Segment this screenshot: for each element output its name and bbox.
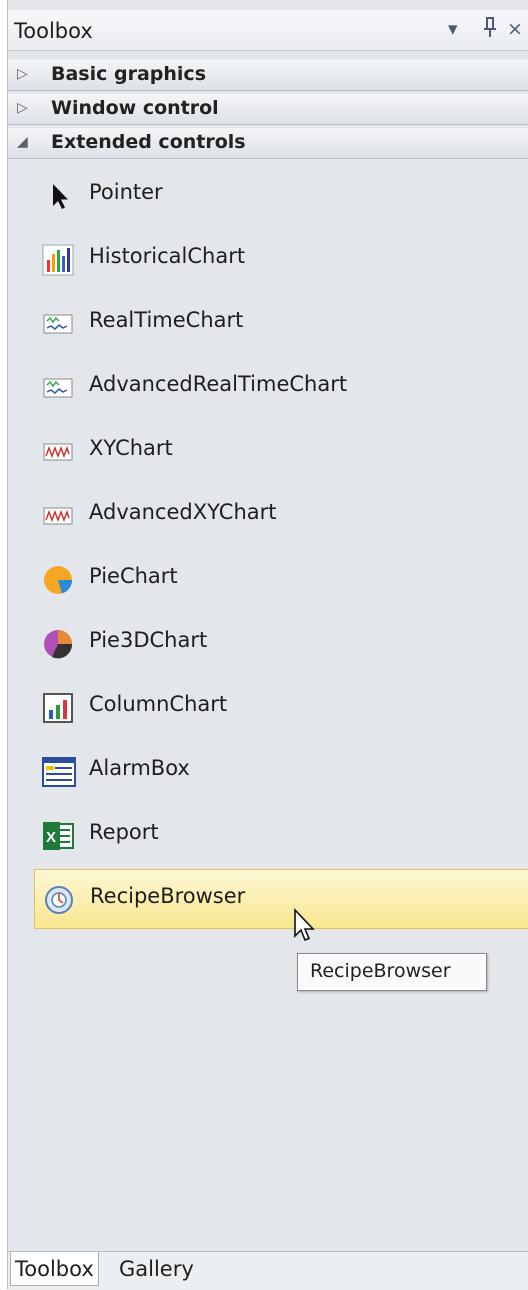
realtime-chart-icon: [42, 308, 74, 340]
alarm-box-icon: [42, 756, 76, 788]
collapse-arrow-icon: ◢: [17, 134, 28, 150]
item-label: XYChart: [89, 436, 173, 460]
xy-chart-icon: [42, 436, 74, 468]
item-label: HistoricalChart: [89, 244, 246, 268]
section-window-control[interactable]: ▷ Window control: [8, 94, 528, 125]
toolbox-item-realtimechart[interactable]: RealTimeChart: [34, 294, 528, 354]
section-label: Extended controls: [51, 131, 246, 153]
tab-toolbox[interactable]: Toolbox: [10, 1252, 99, 1286]
pin-icon[interactable]: [482, 16, 498, 45]
tooltip: RecipeBrowser: [297, 953, 487, 991]
item-label: PieChart: [89, 564, 178, 588]
advanced-realtime-chart-icon: [42, 372, 74, 404]
toolbox-title: Toolbox: [14, 19, 93, 43]
pie3d-chart-icon: [42, 628, 74, 660]
toolbox-panel: Toolbox ▾ × ▷ Basic graphics ▷ Window co…: [7, 0, 528, 1290]
expand-arrow-icon: ▷: [17, 66, 28, 82]
mouse-cursor-icon: [293, 907, 319, 948]
toolbox-item-alarmbox[interactable]: AlarmBox: [34, 742, 528, 802]
section-basic-graphics[interactable]: ▷ Basic graphics: [8, 60, 528, 91]
item-label: Pie3DChart: [89, 628, 208, 652]
pointer-icon: [42, 180, 74, 212]
section-label: Basic graphics: [51, 63, 207, 85]
section-extended-controls[interactable]: ◢ Extended controls: [8, 128, 528, 159]
item-label: AlarmBox: [89, 756, 190, 780]
toolbox-item-piechart[interactable]: PieChart: [34, 550, 528, 610]
panel-tab-strip: Toolbox Gallery: [8, 1251, 528, 1290]
toolbox-item-xychart[interactable]: XYChart: [34, 422, 528, 482]
tab-gallery[interactable]: Gallery: [115, 1252, 198, 1286]
toolbox-item-pointer[interactable]: Pointer: [34, 166, 528, 226]
column-chart-icon: [42, 692, 74, 724]
item-label: Pointer: [89, 180, 163, 204]
recipe-browser-icon: [43, 884, 75, 916]
svg-text:X: X: [46, 829, 56, 846]
toolbox-item-report[interactable]: X Report: [34, 806, 528, 866]
item-label: RealTimeChart: [89, 308, 244, 332]
dropdown-arrow-icon[interactable]: ▾: [448, 16, 458, 42]
toolbox-item-historicalchart[interactable]: HistoricalChart: [34, 230, 528, 290]
toolbox-item-pie3dchart[interactable]: Pie3DChart: [34, 614, 528, 674]
item-label: AdvancedRealTimeChart: [89, 372, 348, 396]
item-label: RecipeBrowser: [90, 884, 246, 908]
toolbox-item-advancedrealtimechart[interactable]: AdvancedRealTimeChart: [34, 358, 528, 418]
section-label: Window control: [51, 97, 219, 119]
advanced-xy-chart-icon: [42, 500, 74, 532]
excel-report-icon: X: [42, 820, 74, 852]
close-icon[interactable]: ×: [507, 16, 523, 42]
pie-chart-icon: [42, 564, 74, 596]
toolbox-item-recipebrowser[interactable]: RecipeBrowser: [34, 869, 528, 929]
toolbox-item-advancedxychart[interactable]: AdvancedXYChart: [34, 486, 528, 546]
toolbox-item-columnchart[interactable]: ColumnChart: [34, 678, 528, 738]
toolbox-titlebar: Toolbox ▾ ×: [8, 10, 528, 51]
item-label: ColumnChart: [89, 692, 228, 716]
item-label: AdvancedXYChart: [89, 500, 277, 524]
historical-chart-icon: [42, 244, 74, 276]
item-label: Report: [89, 820, 159, 844]
expand-arrow-icon: ▷: [17, 100, 28, 116]
